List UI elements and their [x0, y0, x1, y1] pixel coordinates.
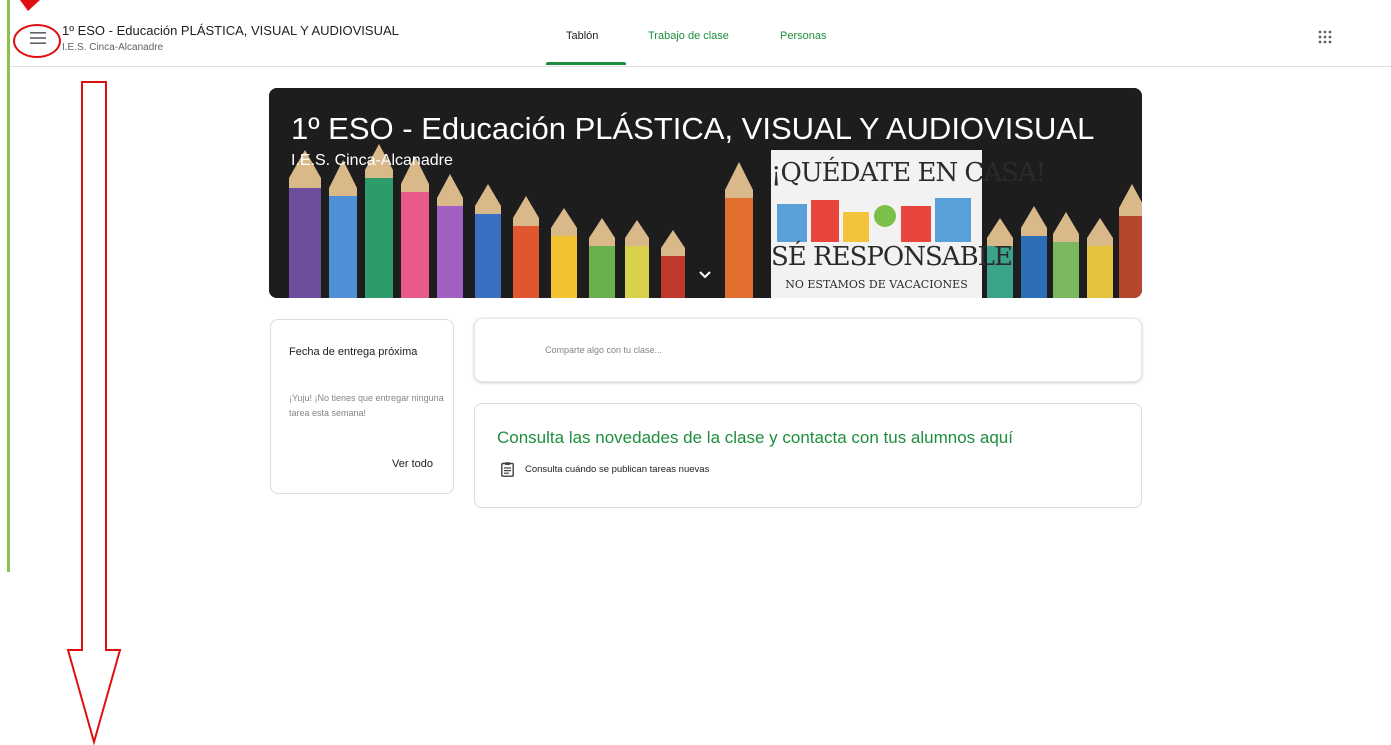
annotation-circle [13, 24, 61, 58]
upcoming-title: Fecha de entrega próxima [289, 346, 418, 358]
annotation-pointer-arrow [20, 0, 40, 11]
upcoming-text: ¡Yuju! ¡No tienes que entregar ninguna t… [289, 393, 444, 418]
class-title: 1º ESO - Educación PLÁSTICA, VISUAL Y AU… [62, 23, 399, 38]
poster-line-2: SÉ RESPONSABLE [771, 242, 1013, 272]
left-accent-bar [7, 0, 10, 572]
info-title: Consulta las novedades de la clase y con… [497, 428, 1013, 447]
share-placeholder: Comparte algo con tu clase... [545, 345, 663, 355]
google-apps-grid-icon[interactable] [1318, 30, 1332, 44]
assignment-icon [501, 462, 514, 477]
info-card: Consulta las novedades de la clase y con… [474, 403, 1142, 508]
view-all-link[interactable]: Ver todo [392, 458, 433, 470]
houses-drawing [777, 198, 971, 242]
poster-line-3: NO ESTAMOS DE VACACIONES [785, 278, 968, 291]
annotation-down-arrow [66, 81, 122, 745]
tab-people[interactable]: Personas [780, 30, 826, 42]
stay-home-poster: ¡QUÉDATE EN CASA! SÉ RESPONSABLE NO ESTA… [771, 150, 1046, 298]
upcoming-card: Fecha de entrega próxima ¡Yuju! ¡No tien… [270, 319, 454, 494]
class-subtitle: I.E.S. Cinca-Alcanadre [62, 42, 164, 53]
poster-line-1: ¡QUÉDATE EN CASA! [771, 158, 1046, 188]
active-tab-indicator [546, 62, 626, 65]
banner-subtitle: I.E.S. Cinca-Alcanadre [291, 152, 453, 169]
class-banner: 1º ESO - Educación PLÁSTICA, VISUAL Y AU… [269, 88, 1142, 298]
tab-classwork[interactable]: Trabajo de clase [648, 30, 729, 42]
tab-stream[interactable]: Tablón [566, 30, 598, 42]
info-item-text: Consulta cuándo se publican tareas nueva… [525, 464, 710, 475]
chevron-down-icon[interactable] [696, 268, 714, 282]
share-box[interactable]: Comparte algo con tu clase... [474, 318, 1142, 382]
banner-title: 1º ESO - Educación PLÁSTICA, VISUAL Y AU… [291, 111, 1095, 146]
